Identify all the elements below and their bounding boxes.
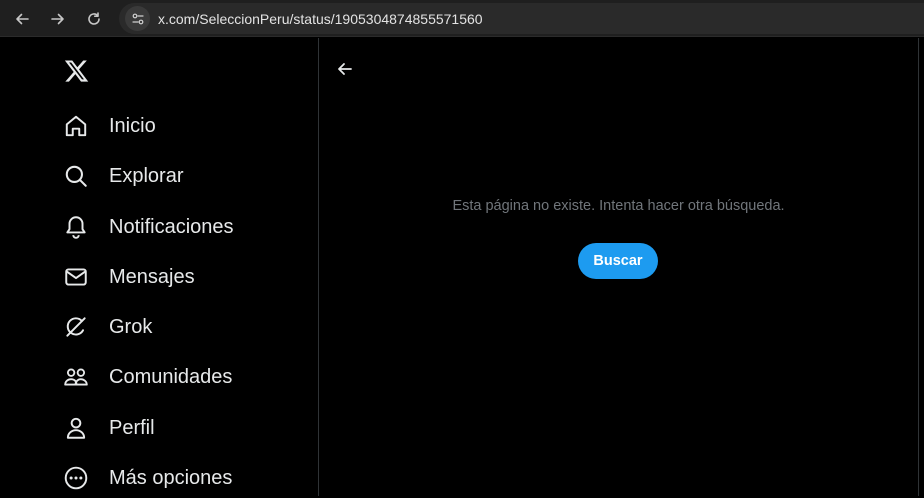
bell-icon [62,213,90,241]
url-text: x.com/SeleccionPeru/status/1905304874855… [158,11,483,27]
sidebar-item-label: Mensajes [109,265,195,288]
arrow-left-icon [338,63,352,75]
sidebar-item-notificaciones[interactable]: Notificaciones [62,207,234,247]
search-icon [62,162,90,190]
sidebar-item-label: Más opciones [109,466,233,489]
site-info-button[interactable] [125,6,150,31]
person-icon [62,414,90,442]
column-divider [318,38,319,496]
reload-icon [88,12,100,25]
envelope-icon [62,263,90,291]
sidebar-item-mas-opciones[interactable]: Más opciones [62,458,232,498]
sidebar-item-inicio[interactable]: Inicio [62,106,156,146]
more-circle-icon [62,464,90,492]
search-button[interactable]: Buscar [578,243,658,279]
home-icon [62,112,90,140]
browser-back-button[interactable] [9,6,35,32]
grok-icon [62,313,90,341]
arrow-left-icon [16,13,29,25]
sidebar-item-perfil[interactable]: Perfil [62,408,155,448]
sidebar-item-explorar[interactable]: Explorar [62,156,183,196]
arrow-right-icon [51,13,64,25]
sidebar-item-label: Notificaciones [109,215,234,238]
sidebar-item-label: Grok [109,315,153,338]
sidebar-nav: Inicio Explorar Notificaciones Mensajes … [0,38,318,496]
x-logo-icon[interactable] [63,58,90,84]
tune-icon [131,13,144,24]
sidebar-item-mensajes[interactable]: Mensajes [62,257,195,297]
back-button[interactable] [332,56,358,82]
not-found-message: Esta página no existe. Intenta hacer otr… [452,198,785,214]
column-divider [918,38,919,496]
sidebar-item-label: Explorar [109,164,184,187]
browser-forward-button[interactable] [45,6,71,32]
browser-toolbar: x.com/SeleccionPeru/status/1905304874855… [0,0,924,37]
sidebar-item-comunidades[interactable]: Comunidades [62,357,232,397]
sidebar-item-label: Inicio [109,114,156,137]
address-bar[interactable]: x.com/SeleccionPeru/status/1905304874855… [119,3,924,34]
sidebar-item-label: Perfil [109,416,155,439]
communities-icon [62,363,90,391]
browser-reload-button[interactable] [81,6,107,32]
sidebar-item-grok[interactable]: Grok [62,307,152,347]
sidebar-item-label: Comunidades [109,365,233,388]
